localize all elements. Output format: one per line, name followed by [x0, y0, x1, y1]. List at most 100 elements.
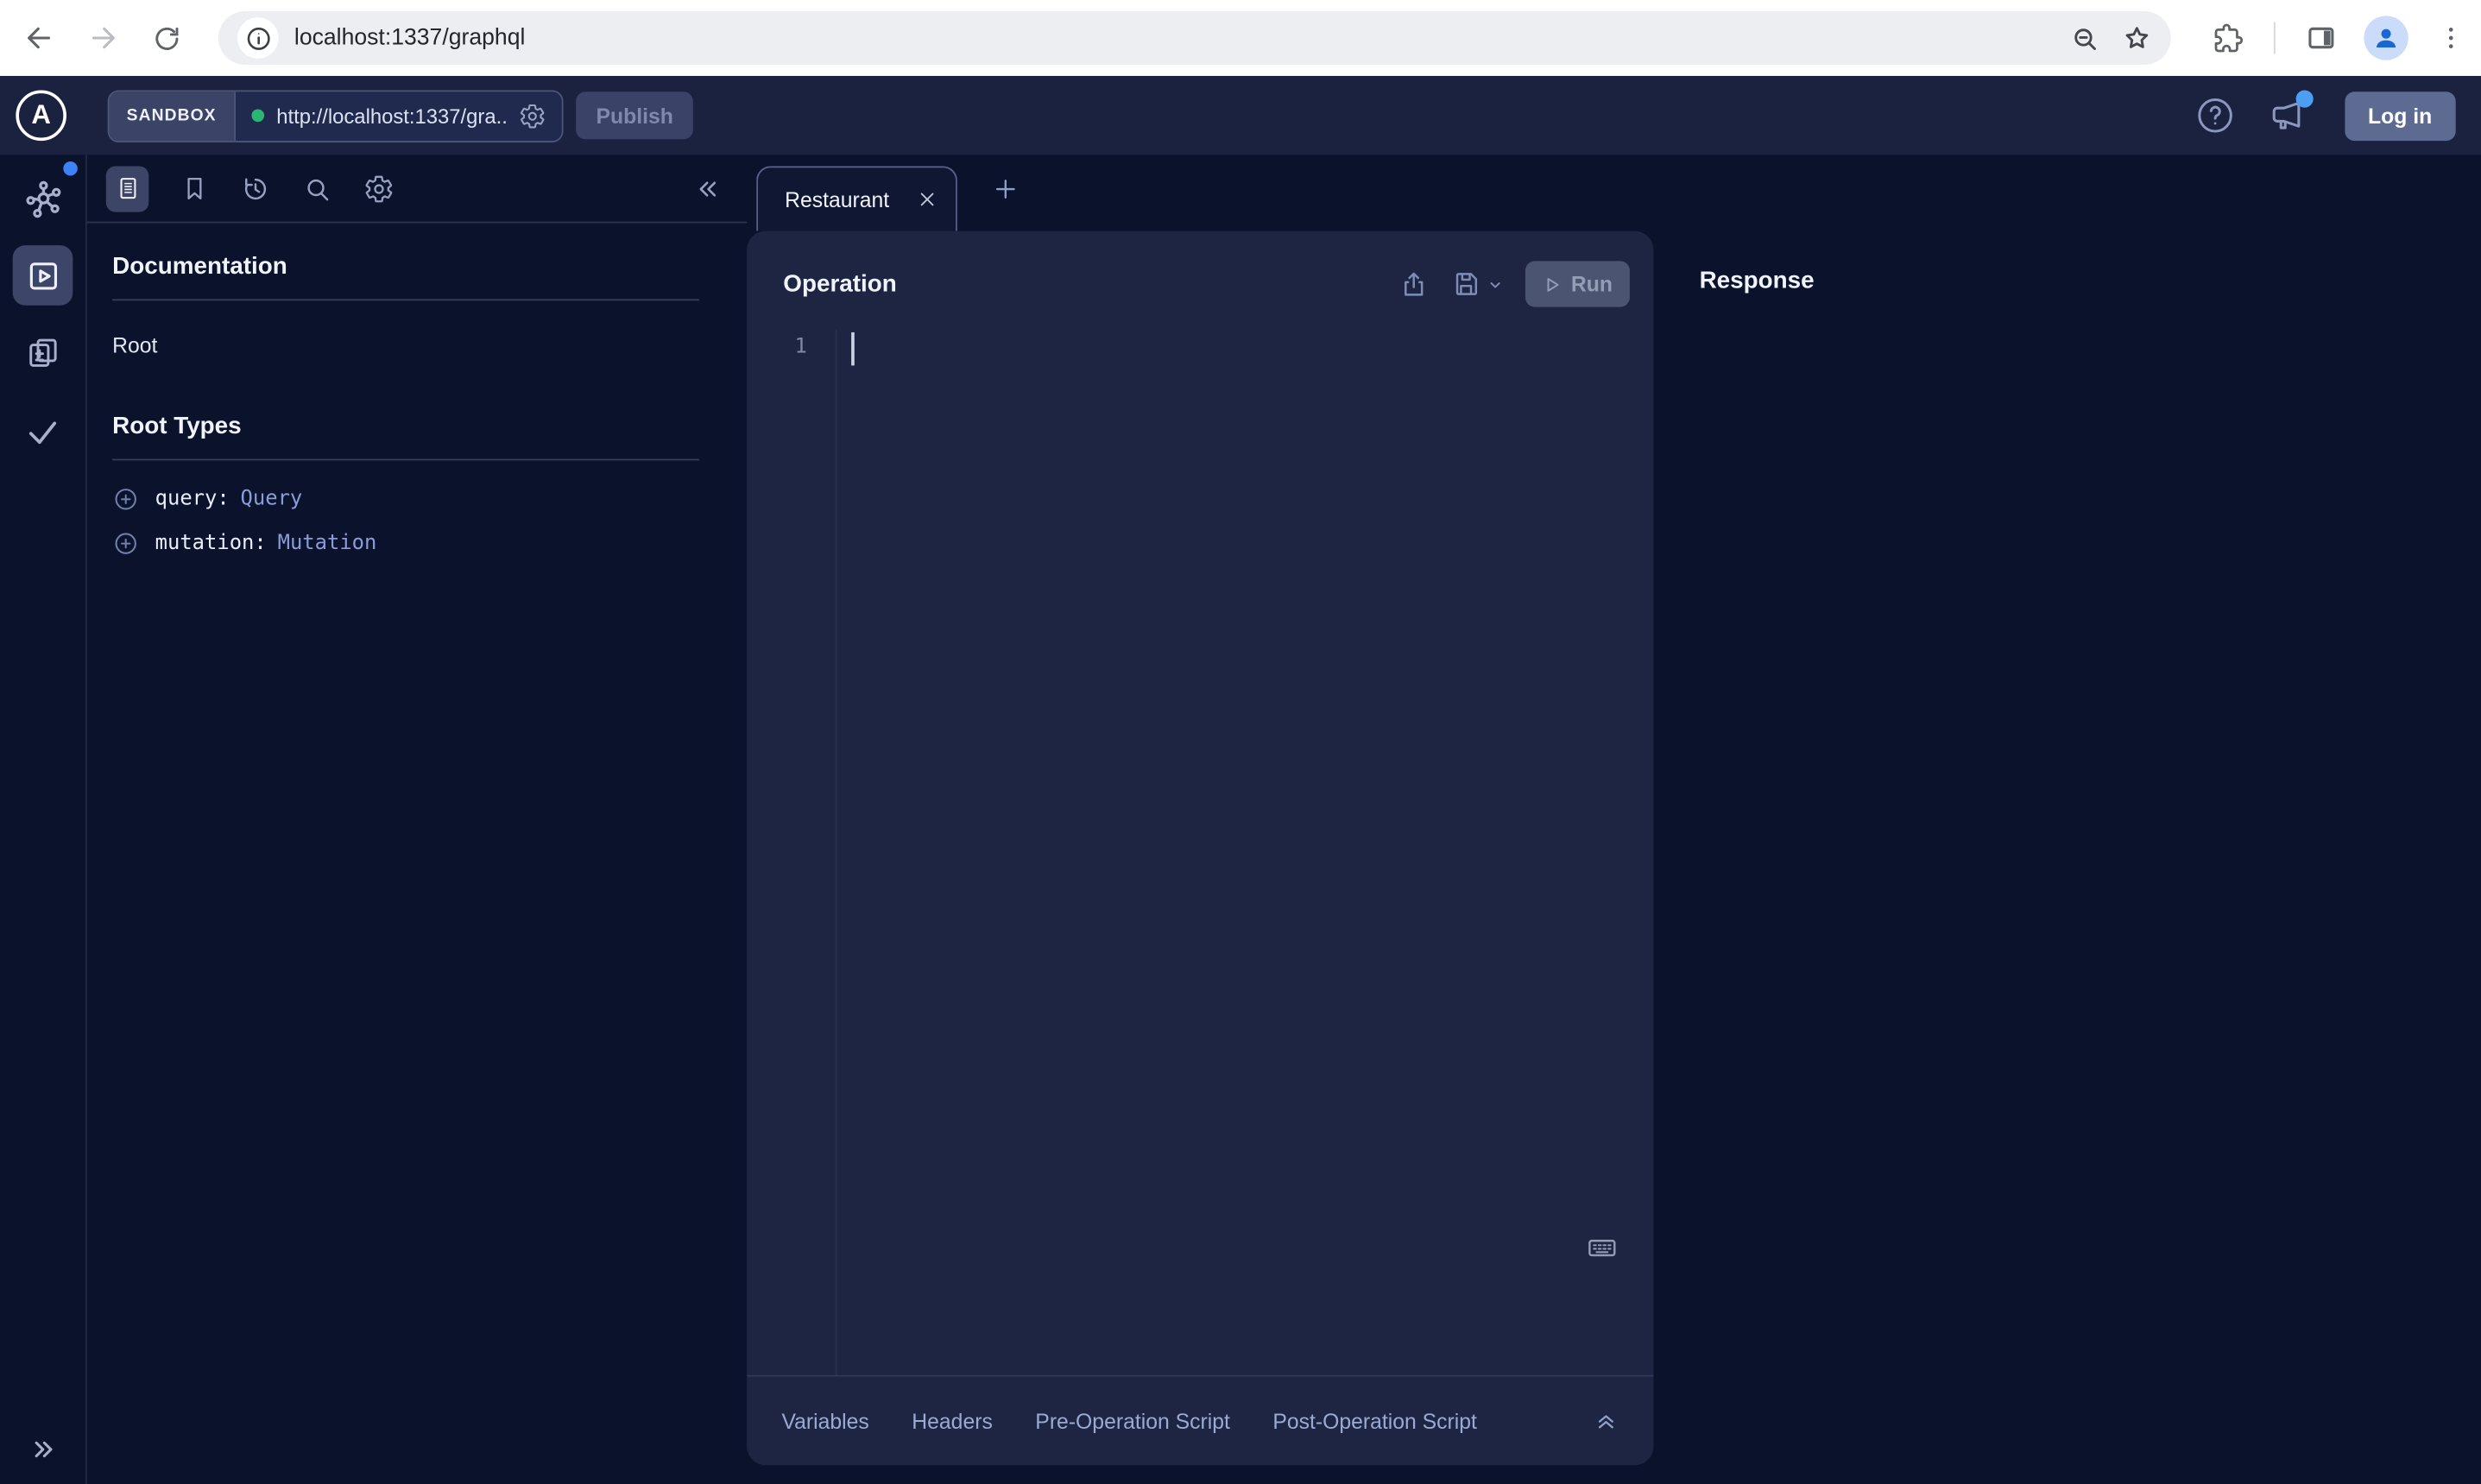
docs-tab-settings[interactable] — [364, 174, 395, 204]
documentation-panel: Documentation Root Root Types query: Quer… — [87, 155, 747, 1484]
browser-reload-button[interactable] — [139, 11, 193, 65]
endpoint-url[interactable]: http://localhost:1337/gra... — [276, 104, 506, 127]
url-text[interactable]: localhost:1337/graphql — [294, 25, 2048, 50]
add-query-button[interactable] — [112, 485, 139, 512]
divider — [112, 459, 699, 461]
question-mark-icon — [2194, 95, 2235, 136]
chevron-down-icon — [1487, 276, 1503, 292]
close-tab-button[interactable] — [918, 190, 937, 209]
sandbox-badge: SANDBOX — [109, 91, 235, 140]
text-cursor — [851, 332, 855, 365]
explorer-play-icon — [24, 257, 60, 294]
new-tab-button[interactable] — [992, 175, 1019, 202]
docs-tab-bookmarks[interactable] — [180, 174, 209, 203]
rail-notification-dot — [63, 161, 77, 175]
docs-root-link[interactable]: Root — [112, 334, 157, 357]
double-chevron-right-icon — [28, 1434, 60, 1466]
root-types-title: Root Types — [112, 413, 699, 439]
checkmark-icon — [23, 413, 61, 451]
operation-panel: Operation Run — [747, 231, 1653, 1466]
field-name: query: — [155, 487, 230, 510]
browser-menu-button[interactable] — [2424, 11, 2478, 65]
zoom-out-icon — [2069, 23, 2099, 54]
diff-pages-icon — [23, 334, 61, 372]
plus-icon — [992, 175, 1019, 202]
docs-tab-documentation[interactable] — [106, 166, 148, 212]
docs-tab-search[interactable] — [302, 174, 332, 204]
nav-changelog-button[interactable] — [13, 323, 73, 383]
add-mutation-button[interactable] — [112, 529, 139, 556]
circled-plus-icon — [112, 485, 139, 512]
zoom-out-button[interactable] — [2069, 23, 2099, 54]
footer-tab-pre-operation-script[interactable]: Pre-Operation Script — [1035, 1409, 1230, 1432]
operation-footer: Variables Headers Pre-Operation Script P… — [747, 1375, 1653, 1465]
reload-icon — [151, 23, 181, 54]
field-type[interactable]: Mutation — [278, 531, 377, 554]
docs-tab-history[interactable] — [241, 174, 271, 204]
puzzle-icon — [2212, 22, 2244, 54]
search-icon — [302, 174, 332, 204]
profile-avatar[interactable] — [2364, 16, 2408, 60]
footer-tab-post-operation-script[interactable]: Post-Operation Script — [1272, 1409, 1477, 1432]
help-button[interactable] — [2194, 95, 2235, 136]
site-info-chip[interactable] — [237, 17, 279, 59]
save-floppy-icon — [1451, 269, 1481, 300]
toolbar-divider — [2274, 22, 2276, 54]
operation-editor[interactable]: 1 — [747, 329, 1653, 1375]
bookmark-page-button[interactable] — [2122, 23, 2152, 54]
browser-forward-button[interactable] — [76, 11, 129, 65]
footer-tab-variables[interactable]: Variables — [781, 1409, 868, 1432]
expand-footer-button[interactable] — [1594, 1408, 1619, 1433]
run-button[interactable]: Run — [1525, 261, 1630, 306]
response-panel: Response — [1653, 155, 2481, 1484]
left-nav-rail — [0, 155, 87, 1484]
share-operation-button[interactable] — [1398, 269, 1429, 300]
line-number: 1 — [747, 329, 836, 1375]
keyboard-shortcuts-button[interactable] — [1586, 1231, 1619, 1264]
star-icon — [2122, 23, 2152, 54]
root-type-row-query[interactable]: query: Query — [112, 481, 699, 515]
extensions-button[interactable] — [2201, 11, 2255, 65]
publish-button[interactable]: Publish — [576, 92, 694, 139]
browser-chrome: localhost:1337/graphql — [0, 0, 2481, 76]
divider — [112, 299, 699, 300]
kebab-menu-icon — [2437, 23, 2465, 52]
document-icon — [115, 174, 140, 203]
field-type[interactable]: Query — [241, 487, 303, 510]
gear-icon — [519, 102, 546, 129]
play-icon — [1543, 275, 1562, 294]
docs-toolbar — [87, 155, 747, 224]
nav-explorer-button[interactable] — [13, 245, 73, 306]
double-chevron-left-icon — [691, 174, 722, 204]
footer-tab-headers[interactable]: Headers — [912, 1409, 993, 1432]
run-label: Run — [1571, 272, 1613, 295]
browser-back-button[interactable] — [13, 11, 66, 65]
side-panel-button[interactable] — [2295, 11, 2348, 65]
endpoint-selector[interactable]: SANDBOX http://localhost:1337/gra... — [108, 90, 563, 142]
keyboard-icon — [1586, 1231, 1619, 1264]
root-type-row-mutation[interactable]: mutation: Mutation — [112, 526, 699, 560]
double-chevron-up-icon — [1594, 1408, 1619, 1433]
bookmark-icon — [180, 174, 209, 203]
docs-title: Documentation — [112, 253, 699, 280]
side-panel-icon — [2306, 22, 2338, 54]
collapse-docs-button[interactable] — [691, 174, 722, 204]
save-operation-button[interactable] — [1451, 269, 1503, 300]
address-bar[interactable]: localhost:1337/graphql — [218, 11, 2171, 65]
apollo-logo[interactable]: A — [16, 90, 66, 141]
close-icon — [918, 190, 937, 209]
expand-rail-button[interactable] — [0, 1434, 87, 1466]
field-name: mutation: — [155, 531, 267, 554]
connection-status-dot — [251, 109, 264, 122]
nav-checks-button[interactable] — [13, 402, 73, 463]
tab-label: Restaurant — [785, 187, 905, 211]
tab-restaurant[interactable]: Restaurant — [756, 166, 957, 230]
announcements-button[interactable] — [2267, 96, 2307, 136]
info-icon — [244, 24, 271, 51]
login-button[interactable]: Log in — [2344, 91, 2455, 140]
endpoint-settings-button[interactable] — [519, 102, 546, 129]
back-arrow-icon — [23, 22, 55, 54]
graph-icon — [22, 178, 64, 220]
response-title: Response — [1700, 268, 1815, 294]
nav-schema-button[interactable] — [13, 169, 73, 230]
